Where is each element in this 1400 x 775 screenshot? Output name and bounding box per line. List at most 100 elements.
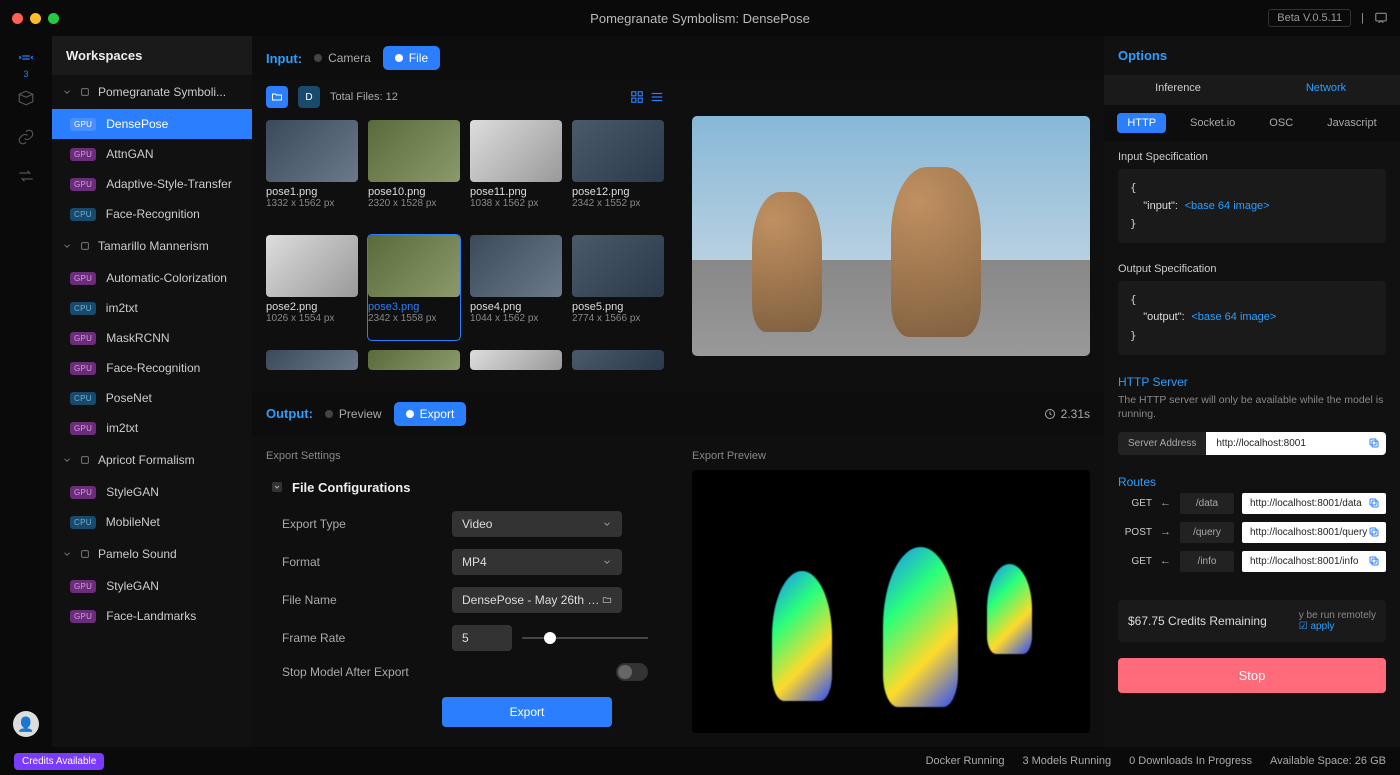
model-item[interactable]: GPUStyleGAN [52, 477, 252, 507]
workspace-title[interactable]: Pomegranate Symboli... [52, 75, 252, 109]
export-preview: Export Preview [678, 436, 1104, 748]
export-button[interactable]: Export [442, 697, 612, 727]
model-item[interactable]: GPUMaskRCNN [52, 323, 252, 353]
file-card[interactable]: pose3.png2342 x 1558 px [368, 235, 460, 340]
model-item[interactable]: GPUDensePose [52, 109, 252, 139]
rail-models[interactable] [17, 89, 35, 110]
output-spec-title: Output Specification [1118, 263, 1386, 275]
chevron-down-icon [272, 482, 282, 492]
subtab-javascript[interactable]: Javascript [1317, 113, 1387, 133]
model-item[interactable]: GPUFace-Recognition [52, 353, 252, 383]
workspace-title[interactable]: Apricot Formalism [52, 443, 252, 477]
window-controls[interactable] [12, 13, 59, 24]
rail-flow[interactable] [17, 167, 35, 188]
model-item[interactable]: CPUPoseNet [52, 383, 252, 413]
output-label: Output: [266, 406, 313, 421]
input-spec-code: { "input": <base 64 image>} [1118, 169, 1386, 243]
label-frame-rate: Frame Rate [282, 631, 442, 645]
main-content: Input: Camera File D Total Files: 12 pos… [252, 36, 1104, 747]
tab-inference[interactable]: Inference [1104, 75, 1252, 105]
sidebar-header: Workspaces [52, 36, 252, 75]
select-export-type[interactable]: Video [452, 511, 622, 537]
file-badge[interactable]: D [298, 86, 320, 108]
tab-network[interactable]: Network [1252, 75, 1400, 105]
http-server-desc: The HTTP server will only be available w… [1118, 393, 1386, 422]
label-stop-after: Stop Model After Export [282, 665, 606, 679]
workspace-title[interactable]: Tamarillo Mannerism [52, 229, 252, 263]
output-mode-export[interactable]: Export [394, 402, 467, 426]
version-badge: Beta V.0.5.11 [1268, 9, 1351, 27]
preview-header: Export Preview [692, 450, 1090, 462]
downloads-status: 0 Downloads In Progress [1129, 755, 1252, 767]
http-server-title: HTTP Server [1118, 375, 1386, 389]
model-item[interactable]: GPUFace-Landmarks [52, 601, 252, 631]
credits-available-badge[interactable]: Credits Available [14, 753, 104, 770]
copy-icon[interactable] [1368, 437, 1380, 449]
status-bar: Credits Available Docker Running 3 Model… [0, 747, 1400, 775]
copy-icon[interactable] [1368, 555, 1380, 567]
folder-icon[interactable] [266, 86, 288, 108]
server-address-value[interactable]: http://localhost:8001 [1206, 432, 1386, 455]
subtab-socketio[interactable]: Socket.io [1180, 113, 1245, 133]
model-item[interactable]: GPUStyleGAN [52, 571, 252, 601]
list-view-icon[interactable] [650, 90, 664, 104]
window-title: Pomegranate Symbolism: DensePose [590, 11, 810, 26]
route-row: GET←/infohttp://localhost:8001/info [1118, 551, 1386, 572]
file-card[interactable]: pose2.png1026 x 1554 px [266, 235, 358, 340]
credits-remaining: $67.75 Credits Remaining [1128, 614, 1267, 628]
section-summary[interactable]: Summary [266, 737, 664, 748]
slider-frame-rate[interactable] [522, 637, 648, 639]
model-item[interactable]: GPUim2txt [52, 413, 252, 443]
label-format: Format [282, 555, 442, 569]
select-format[interactable]: MP4 [452, 549, 622, 575]
rail-link[interactable] [17, 128, 35, 149]
output-mode-preview[interactable]: Preview [325, 407, 382, 421]
model-item[interactable]: CPUFace-Recognition [52, 199, 252, 229]
stop-button[interactable]: Stop [1118, 658, 1386, 693]
model-item[interactable]: GPUAttnGAN [52, 139, 252, 169]
file-card[interactable]: pose4.png1044 x 1562 px [470, 235, 562, 340]
input-file-name[interactable]: DensePose - May 26th 2019 at ... [452, 587, 622, 613]
subtab-osc[interactable]: OSC [1259, 113, 1303, 133]
rail-workspaces[interactable]: 3 [17, 50, 35, 71]
docker-status: Docker Running [926, 755, 1005, 767]
options-panel: Options Inference Network HTTP Socket.io… [1104, 36, 1400, 747]
minimize-icon[interactable] [30, 13, 41, 24]
file-card[interactable]: pose1.png1332 x 1562 px [266, 120, 358, 225]
apply-link[interactable]: ☑ apply [1299, 621, 1376, 632]
model-item[interactable]: CPUMobileNet [52, 507, 252, 537]
label-file-name: File Name [282, 593, 442, 607]
input-source-camera[interactable]: Camera [314, 51, 371, 65]
disk-space: Available Space: 26 GB [1270, 755, 1386, 767]
sidebar: Workspaces Pomegranate Symboli...GPUDens… [52, 36, 252, 747]
copy-icon[interactable] [1368, 497, 1380, 509]
file-card[interactable]: pose12.png2342 x 1552 px [572, 120, 664, 225]
user-avatar[interactable]: 👤 [13, 711, 39, 737]
model-item[interactable]: GPUAdaptive-Style-Transfer [52, 169, 252, 199]
model-item[interactable]: GPUAutomatic-Colorization [52, 263, 252, 293]
credits-note: y be run remotely [1299, 610, 1376, 621]
section-file-config[interactable]: File Configurations [266, 470, 664, 505]
input-source-file[interactable]: File [383, 46, 440, 70]
file-card[interactable]: pose5.png2774 x 1566 px [572, 235, 664, 340]
inference-time: 2.31s [1044, 407, 1090, 421]
workspace-title[interactable]: Pamelo Sound [52, 537, 252, 571]
file-card[interactable]: pose11.png1038 x 1562 px [470, 120, 562, 225]
credits-box: $67.75 Credits Remaining y be run remote… [1118, 600, 1386, 642]
toggle-stop-after[interactable] [616, 663, 648, 681]
input-frame-rate[interactable]: 5 [452, 625, 512, 651]
copy-icon[interactable] [1368, 526, 1380, 538]
grid-view-icon[interactable] [630, 90, 644, 104]
maximize-icon[interactable] [48, 13, 59, 24]
titlebar: Pomegranate Symbolism: DensePose Beta V.… [0, 0, 1400, 36]
models-running: 3 Models Running [1022, 755, 1111, 767]
file-card[interactable]: pose10.png2320 x 1528 px [368, 120, 460, 225]
input-spec-title: Input Specification [1118, 151, 1386, 163]
export-settings: Export Settings File Configurations Expo… [252, 436, 678, 748]
chat-icon[interactable] [1374, 11, 1388, 25]
subtab-http[interactable]: HTTP [1117, 113, 1166, 133]
model-item[interactable]: CPUim2txt [52, 293, 252, 323]
close-icon[interactable] [12, 13, 23, 24]
route-row: GET←/datahttp://localhost:8001/data [1118, 493, 1386, 514]
file-browser: D Total Files: 12 pose1.png1332 x 1562 p… [252, 80, 678, 392]
